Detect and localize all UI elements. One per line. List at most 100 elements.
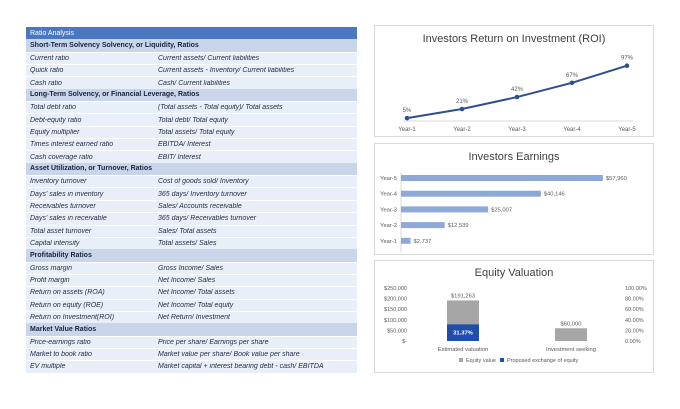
- ratio-name: Profit margin: [30, 277, 70, 285]
- equity-left-tick: $200,000: [384, 297, 407, 303]
- roi-tick-label: Year-5: [618, 127, 636, 133]
- roi-data-label: 97%: [621, 56, 634, 62]
- ratio-formula: Market capital + interest bearing debt -…: [158, 363, 324, 371]
- ratio-formula: Cash/ Current liabilities: [158, 79, 230, 87]
- earnings-value-label: $2,737: [414, 239, 432, 245]
- legend-label-proposed: Proposed exchange of equity: [507, 358, 578, 364]
- section-heading: Short-Term Solvency Solvency, or Liquidi…: [26, 39, 357, 52]
- roi-point: [459, 106, 465, 112]
- earnings-bar: [401, 206, 489, 213]
- equity-right-tick: 20.00%: [625, 328, 644, 334]
- roi-tick-label: Year-1: [398, 127, 416, 133]
- ratio-name: Equity multiplier: [30, 128, 80, 136]
- ratio-name: Current ratio: [30, 54, 69, 62]
- table-row: Return on assets (ROA) Net Income/ Total …: [26, 286, 357, 299]
- equity-value-label: $60,000: [561, 321, 582, 327]
- section-title: Asset Utilization, or Turnover, Ratios: [30, 165, 153, 173]
- equity-value-label: $191,263: [451, 293, 475, 299]
- table-body: Short-Term Solvency Solvency, or Liquidi…: [26, 39, 357, 373]
- earnings-chart-panel: Investors Earnings Year-5 $57,960 Year-4 $4…: [374, 143, 654, 255]
- table-row: Debt-equity ratio Total debt/ Total equit…: [26, 113, 357, 126]
- equity-right-tick: 80.00%: [625, 297, 644, 303]
- ratio-name: Quick ratio: [30, 67, 64, 75]
- equity-chart-panel: Equity Valuation $250,000 100.00% $200,000…: [374, 260, 654, 373]
- equity-right-tick: 100.00%: [625, 286, 647, 292]
- table-row: Receivables turnover Sales/ Accounts rece…: [26, 199, 357, 213]
- ratio-name: Capital intensity: [30, 240, 80, 248]
- table-row: Cash coverage ratio EBIT/ Interest: [26, 150, 357, 163]
- table-row: Inventory turnover Cost of goods sold/ In…: [26, 175, 357, 188]
- roi-tick-label: Year-4: [563, 127, 581, 133]
- ratio-name: Return on equity (ROE): [30, 301, 104, 309]
- ratio-formula: Total debt/ Total equity: [158, 116, 228, 124]
- table-row: Return on equity (ROE) Net Income/ Total …: [26, 298, 357, 311]
- equity-right-tick: 0.00%: [625, 339, 641, 345]
- table-row: Equity multiplier Total assets/ Total equ…: [26, 125, 357, 139]
- equity-left-tick: $150,000: [384, 307, 407, 313]
- ratio-name: Total debt ratio: [30, 104, 77, 112]
- table-row: Cash ratio Cash/ Current liabilities: [26, 76, 357, 89]
- roi-point: [404, 115, 410, 121]
- roi-tick-label: Year-2: [453, 127, 471, 133]
- ratio-name: Market to book ratio: [30, 351, 92, 359]
- ratio-name: Cash ratio: [30, 79, 62, 87]
- earnings-bar: [401, 237, 411, 244]
- ratio-formula: EBIT/ Interest: [158, 153, 201, 161]
- roi-chart: 5% Year-1 21% Year-2 42% Year-3 67% Year-4 97% Ye…: [398, 56, 636, 133]
- proposed-equity-label: 31.37%: [453, 331, 473, 337]
- ratio-name: Gross margin: [30, 264, 73, 272]
- section-title: Long-Term Solvency, or Financial Leverag…: [30, 91, 200, 99]
- roi-data-label: 5%: [403, 108, 412, 114]
- earnings-bar: [401, 190, 541, 197]
- earnings-bar: [401, 222, 445, 229]
- ratio-formula: Gross Income/ Sales: [158, 264, 223, 272]
- earnings-category-label: Year-4: [380, 192, 398, 198]
- roi-data-label: 42%: [511, 87, 524, 93]
- ratio-name: Return on Investment(ROI): [30, 314, 115, 322]
- section-title: Market Value Ratios: [30, 325, 97, 333]
- table-row: Current ratio Current assets/ Current lia…: [26, 51, 357, 65]
- table-row: Price-earnings ratio Price per share/ Ear…: [26, 335, 357, 348]
- table-row: Total asset turnover Sales/ Total assets: [26, 224, 357, 237]
- earnings-value-label: $25,007: [491, 207, 512, 213]
- table-row: Capital intensity Total assets/ Sales: [26, 236, 357, 250]
- equity-left-tick: $50,000: [387, 328, 407, 334]
- ratio-formula: Current assets/ Current liabilities: [158, 54, 260, 62]
- table-row: Return on Investment(ROI) Net Return/ Inv…: [26, 310, 357, 324]
- ratio-name: Total asset turnover: [30, 227, 92, 235]
- ratio-formula: 365 days/ Inventory turnover: [158, 190, 247, 198]
- roi-data-label: 21%: [456, 99, 469, 105]
- ratio-analysis-table: Ratio Analysis Short-Term Solvency Solve…: [26, 27, 357, 373]
- section-heading: Long-Term Solvency, or Financial Leverag…: [26, 88, 357, 102]
- ratio-formula: (Total assets - Total equity)/ Total ass…: [158, 104, 283, 112]
- ratio-name: Receivables turnover: [30, 202, 96, 210]
- ratio-name: Times interest earned ratio: [30, 141, 114, 149]
- roi-chart-panel: Investors Return on Investment (ROI) 5% Y…: [374, 25, 654, 137]
- table-row: Times interest earned ratio EBITDA/ Inter…: [26, 138, 357, 151]
- table-row: Market to book ratio Market value per sha…: [26, 347, 357, 361]
- table-header-label: Ratio Analysis: [30, 29, 74, 37]
- earnings-category-label: Year-1: [380, 239, 397, 245]
- ratio-formula: EBITDA/ Interest: [158, 141, 211, 149]
- roi-tick-label: Year-3: [508, 127, 526, 133]
- equity-right-tick: 40.00%: [625, 318, 644, 324]
- equity-left-tick: $-: [402, 339, 407, 345]
- section-title: Profitability Ratios: [30, 251, 92, 259]
- table-row: EV multiple Market capital + interest bea…: [26, 360, 357, 373]
- roi-point: [514, 94, 520, 100]
- ratio-name: Price-earnings ratio: [30, 338, 91, 346]
- equity-category-label: Estimated valuation: [438, 347, 489, 353]
- ratio-name: Debt-equity ratio: [30, 116, 82, 124]
- table-row: Days' sales in receivable 365 days/ Recei…: [26, 212, 357, 225]
- ratio-formula: Net Income/ Total assets: [158, 289, 235, 297]
- ratio-formula: Net Income/ Total equity: [158, 301, 234, 309]
- equity-chart: $250,000 100.00% $200,000 80.00% $150,000 60.…: [384, 286, 647, 364]
- ratio-name: Return on assets (ROA): [30, 289, 105, 297]
- legend-swatch-proposed: [500, 358, 504, 362]
- ratio-formula: Total assets/ Sales: [158, 240, 217, 248]
- table-row: Profit margin Net Income/ Sales: [26, 273, 357, 287]
- earnings-value-label: $57,960: [606, 176, 627, 182]
- ratio-formula: Net Return/ Investment: [158, 314, 230, 322]
- ratio-formula: Price per share/ Earnings per share: [158, 338, 269, 346]
- earnings-value-label: $12,539: [448, 223, 469, 229]
